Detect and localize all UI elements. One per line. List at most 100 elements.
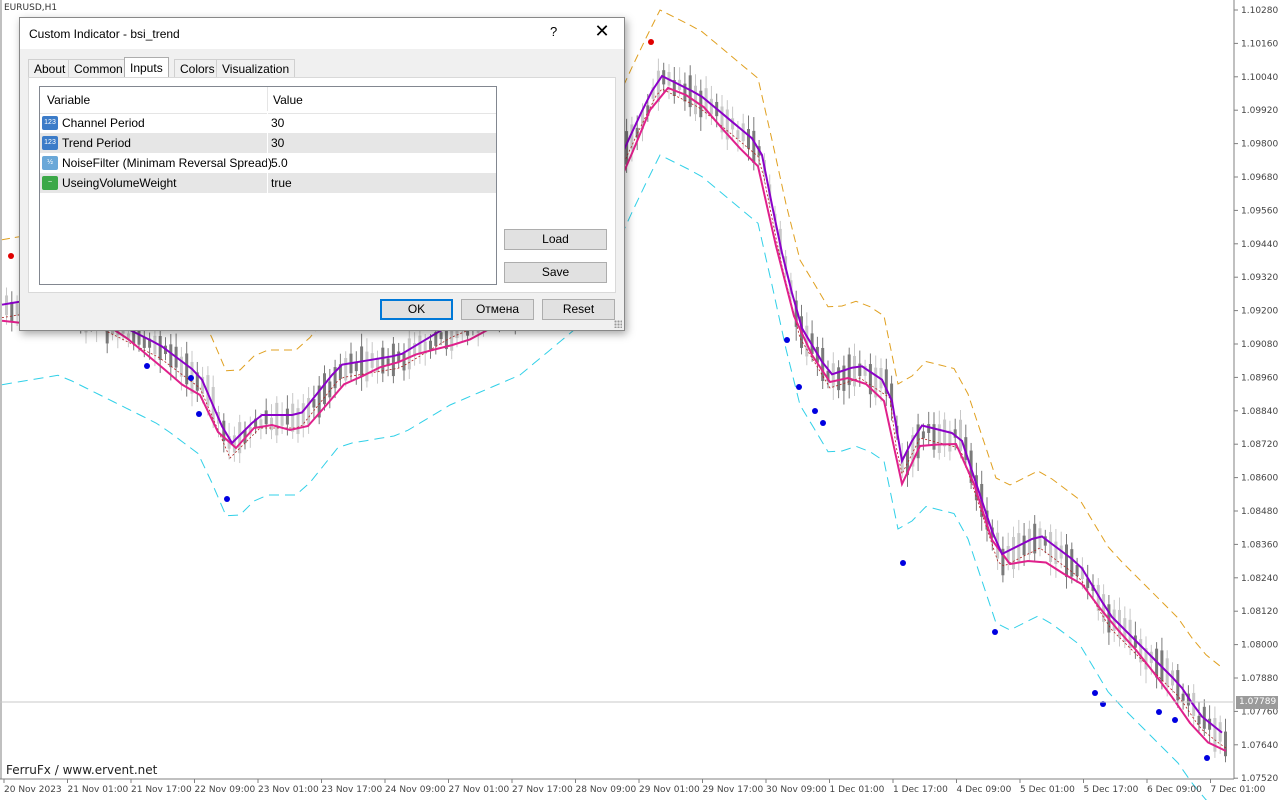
candle-body — [407, 338, 411, 370]
time-label: 29 Nov 17:00 — [703, 785, 764, 795]
time-label: 27 Nov 01:00 — [449, 785, 510, 795]
param-value[interactable]: 30 — [271, 136, 284, 150]
candle-body — [439, 332, 443, 340]
candle-body — [418, 335, 422, 355]
candle-body — [1049, 531, 1053, 562]
tab-inputs[interactable]: Inputs — [124, 57, 169, 79]
price-label: 1.09920 — [1241, 106, 1278, 116]
price-label: 1.09320 — [1241, 273, 1278, 283]
param-value[interactable]: true — [271, 176, 292, 190]
buy-signal-dot — [900, 560, 906, 566]
price-label: 1.09680 — [1241, 173, 1278, 183]
candle-body — [1022, 535, 1026, 556]
save-button[interactable]: Save — [504, 262, 607, 283]
param-row-trend-period[interactable]: 123 Trend Period 30 — [40, 133, 496, 153]
time-label: 5 Dec 01:00 — [1020, 785, 1075, 795]
param-row-channel-period[interactable]: 123 Channel Period 30 — [40, 113, 496, 133]
help-button[interactable]: ? — [550, 24, 557, 39]
price-label: 1.09440 — [1241, 240, 1278, 250]
time-label: 22 Nov 09:00 — [195, 785, 256, 795]
candle-body — [169, 344, 173, 368]
candle-body — [831, 363, 835, 388]
candle-body — [275, 402, 279, 436]
time-label: 7 Dec 01:00 — [1211, 785, 1266, 795]
param-name: Trend Period — [62, 136, 131, 150]
header-variable[interactable]: Variable — [47, 93, 90, 107]
candle-body — [328, 381, 332, 398]
tab-common[interactable]: Common — [68, 59, 129, 77]
candle-body — [365, 351, 369, 382]
dialog-title-bar[interactable]: Custom Indicator - bsi_trend ? ✕ — [20, 18, 624, 49]
candle-body — [158, 335, 162, 360]
buy-signal-dot — [992, 629, 998, 635]
inputs-grid[interactable]: Variable Value 123 Channel Period 30 123… — [39, 86, 497, 285]
candle-body — [927, 424, 931, 433]
param-row-noise-filter[interactable]: ½ NoiseFilter (Minimam Reversal Spread) … — [40, 153, 496, 173]
candle-body — [921, 431, 925, 439]
buy-signal-dot — [796, 384, 802, 390]
time-label: 4 Dec 09:00 — [957, 785, 1012, 795]
price-label: 1.08720 — [1241, 440, 1278, 450]
price-label: 1.08480 — [1241, 507, 1278, 517]
cancel-button[interactable]: Отмена — [461, 299, 534, 320]
buy-signal-dot — [196, 411, 202, 417]
candle-body — [280, 416, 284, 426]
time-label: 28 Nov 09:00 — [576, 785, 637, 795]
buy-signal-dot — [1204, 755, 1210, 761]
candle-body — [381, 347, 385, 374]
close-icon[interactable]: ✕ — [594, 21, 610, 41]
buy-signal-dot — [812, 408, 818, 414]
param-row-volume-weight[interactable]: ~ UseingVolumeWeight true — [40, 173, 496, 193]
candle-body — [853, 355, 856, 387]
candle-body — [153, 335, 157, 355]
load-button[interactable]: Load — [504, 229, 607, 250]
resize-grip-icon[interactable] — [614, 320, 622, 328]
price-label: 1.08840 — [1241, 407, 1278, 417]
tab-colors[interactable]: Colors — [174, 59, 221, 77]
ok-button[interactable]: OK — [380, 299, 453, 320]
price-label: 1.09560 — [1241, 206, 1278, 216]
price-label: 1.10280 — [1241, 6, 1278, 16]
int-icon: 123 — [42, 116, 58, 130]
candle-body — [752, 130, 756, 163]
candle-body — [301, 403, 305, 425]
custom-indicator-dialog[interactable]: Custom Indicator - bsi_trend ? ✕ About C… — [19, 17, 625, 331]
candle-body — [1070, 549, 1074, 577]
candle-body — [137, 328, 141, 345]
tab-visualization[interactable]: Visualization — [216, 59, 296, 77]
time-label: 5 Dec 17:00 — [1084, 785, 1139, 795]
time-label: 6 Dec 09:00 — [1147, 785, 1202, 795]
price-label: 1.09080 — [1241, 340, 1278, 350]
candle-body — [232, 435, 236, 453]
inputs-panel: Variable Value 123 Channel Period 30 123… — [28, 77, 616, 293]
buy-signal-dot — [144, 363, 150, 369]
candle-body — [1075, 564, 1079, 577]
double-icon: ½ — [42, 156, 58, 170]
sell-signal-dot — [648, 39, 654, 45]
price-label: 1.09800 — [1241, 140, 1278, 150]
reset-button[interactable]: Reset — [542, 299, 615, 320]
param-name: NoiseFilter (Minimam Reversal Spread) — [62, 156, 273, 170]
candle-body — [354, 362, 358, 372]
candle-body — [1017, 533, 1021, 563]
int-icon: 123 — [42, 136, 58, 150]
time-label: 23 Nov 01:00 — [258, 785, 319, 795]
candle-body — [736, 130, 740, 139]
price-label: 1.08600 — [1241, 474, 1278, 484]
param-name: UseingVolumeWeight — [62, 176, 177, 190]
symbol-label: EURUSD,H1 — [4, 3, 58, 13]
candle-body — [142, 337, 146, 348]
time-label: 20 Nov 2023 — [4, 785, 62, 795]
candle-body — [285, 408, 289, 425]
param-value[interactable]: 5.0 — [271, 156, 288, 170]
tab-about[interactable]: About — [28, 59, 72, 77]
price-label: 1.10040 — [1241, 73, 1278, 83]
bool-icon: ~ — [42, 176, 58, 190]
candle-body — [943, 419, 947, 447]
param-value[interactable]: 30 — [271, 116, 284, 130]
watermark-text: FerruFx / www.ervent.net — [6, 763, 158, 777]
param-name: Channel Period — [62, 116, 145, 130]
time-label: 30 Nov 09:00 — [766, 785, 827, 795]
candle-body — [1038, 528, 1042, 549]
header-value[interactable]: Value — [273, 93, 303, 107]
